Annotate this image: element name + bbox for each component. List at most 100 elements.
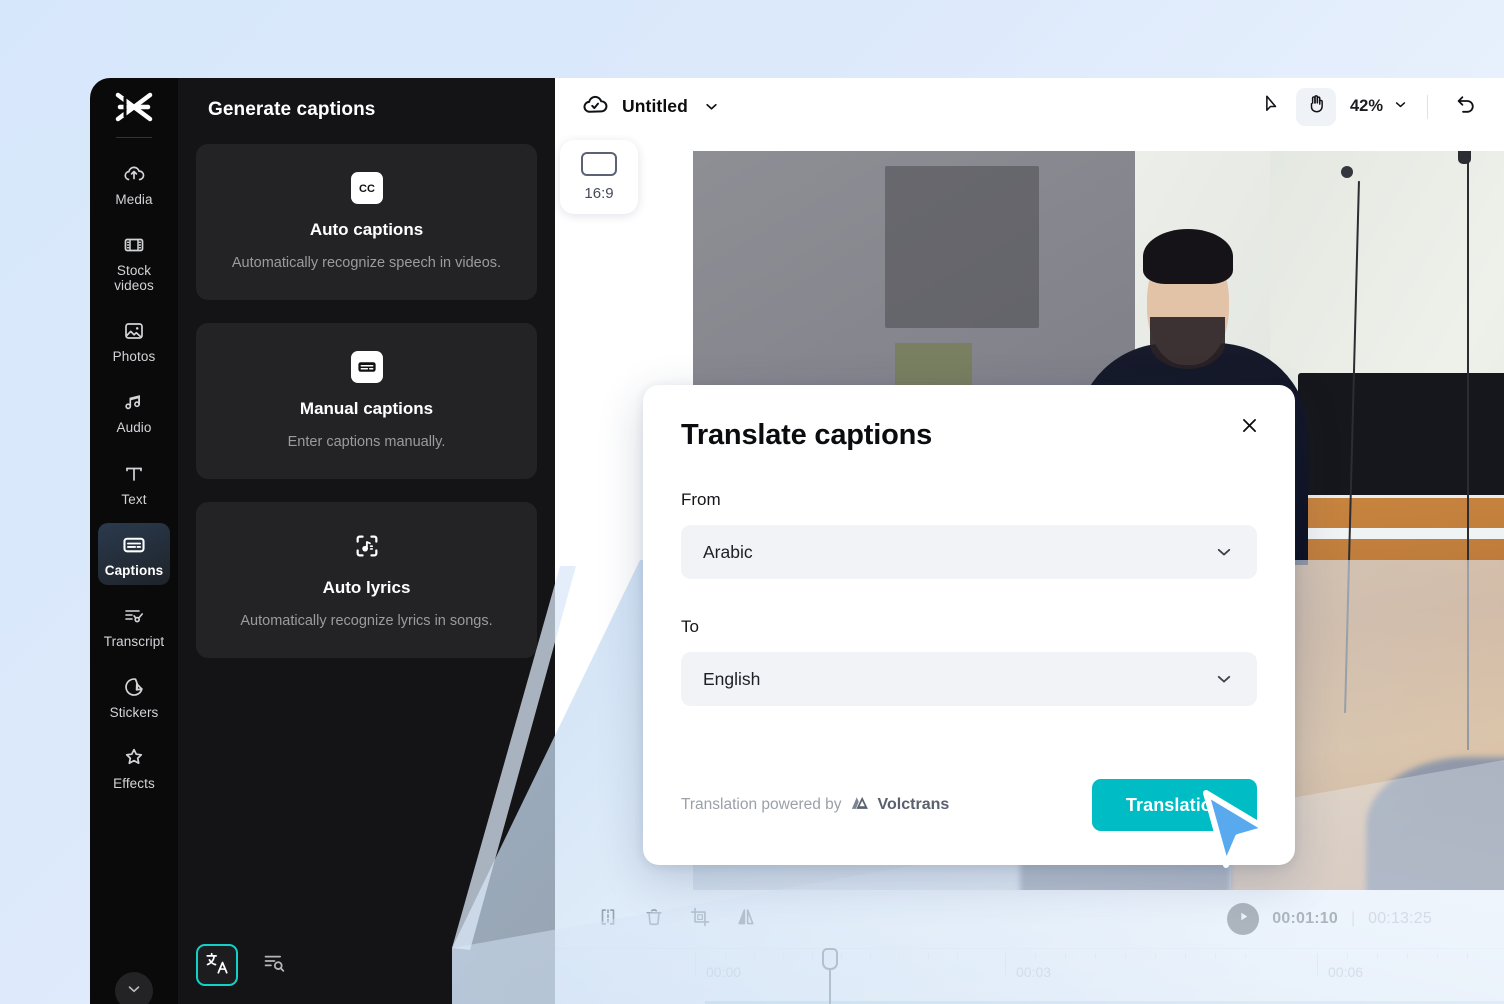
panel-footer-tools: [196, 944, 294, 986]
cc-icon: CC: [350, 172, 383, 204]
card-title: Auto captions: [309, 220, 424, 239]
toolbar-right-group: 42%: [1252, 87, 1486, 126]
svg-text:CC: CC: [359, 183, 375, 195]
sidebar-item-label: Text: [121, 491, 147, 507]
aspect-ratio-label: 16:9: [584, 185, 614, 202]
trash-icon: [643, 906, 665, 933]
powered-by-label: Translation powered by: [681, 796, 842, 813]
chevron-down-icon: [1213, 668, 1235, 690]
card-title: Manual captions: [299, 399, 434, 419]
auto-lyrics-icon: [351, 530, 383, 562]
aspect-ratio-badge[interactable]: 16:9: [560, 140, 638, 214]
powered-by-text: Translation powered by Volctrans: [681, 794, 949, 817]
cursor-arrow-icon: [1261, 93, 1283, 120]
generate-captions-panel: Generate captions CC Auto captions Autom…: [178, 78, 555, 1004]
volctrans-logo-icon: [849, 794, 871, 817]
sidebar-item-label: Stickers: [109, 704, 159, 720]
aspect-ratio-icon: [581, 152, 617, 176]
top-toolbar: Untitled 42%: [555, 78, 1504, 135]
select-tool-button[interactable]: [1252, 88, 1292, 126]
sidebar-item-stock-videos[interactable]: Stock videos: [98, 223, 170, 300]
music-note-icon: [121, 389, 147, 415]
sidebar-item-effects[interactable]: Effects: [98, 736, 170, 798]
hand-tool-button[interactable]: [1295, 87, 1336, 126]
left-sidebar: Media Stock videos Photos Audio Text Cap…: [90, 78, 178, 1004]
from-language-select[interactable]: Arabic: [681, 525, 1257, 579]
timeline-label: 00:03: [1016, 964, 1052, 980]
sidebar-item-stickers[interactable]: Stickers: [98, 665, 170, 727]
to-language-select[interactable]: English: [681, 652, 1257, 706]
cloud-check-icon[interactable]: [581, 90, 609, 123]
mirror-flip-icon: [735, 906, 757, 933]
search-captions-button[interactable]: [254, 945, 294, 985]
to-language-value: English: [703, 668, 761, 689]
split-clip-icon: [597, 906, 619, 933]
mirror-button[interactable]: [723, 899, 769, 939]
sidebar-item-photos[interactable]: Photos: [98, 309, 170, 371]
editing-toolbar: 00:01:10 | 00:13:25: [555, 890, 1504, 948]
translate-captions-button[interactable]: [196, 944, 238, 986]
translate-captions-dialog: Translate captions From Arabic To Englis…: [643, 385, 1295, 865]
sidebar-scroll-down-button[interactable]: [115, 972, 153, 1004]
manual-captions-icon: [350, 351, 383, 384]
timeline-label: 00:06: [1328, 964, 1364, 980]
cloud-upload-icon: [121, 161, 147, 187]
close-x-icon: [1239, 415, 1260, 441]
text-t-icon: [121, 461, 147, 487]
play-button[interactable]: [1227, 903, 1260, 935]
card-description: Enter captions manually.: [287, 434, 446, 451]
timeline-ruler[interactable]: 00:00 00:03 00:06: [555, 948, 1504, 1004]
play-icon: [1237, 910, 1250, 928]
sidebar-item-audio[interactable]: Audio: [98, 380, 170, 442]
card-description: Automatically recognize speech in videos…: [231, 255, 502, 271]
to-label: To: [681, 617, 699, 636]
project-title[interactable]: Untitled: [622, 96, 688, 117]
card-description: Automatically recognize lyrics in songs.: [240, 613, 493, 630]
undo-button[interactable]: [1446, 88, 1486, 126]
from-language-value: Arabic: [703, 541, 753, 562]
sidebar-item-label: Photos: [112, 349, 156, 365]
delete-button[interactable]: [631, 899, 677, 939]
sidebar-item-label: Stock videos: [114, 263, 154, 294]
crop-button[interactable]: [677, 899, 723, 939]
close-button[interactable]: [1233, 412, 1265, 444]
playhead-handle[interactable]: [822, 948, 838, 970]
sidebar-item-label: Audio: [116, 420, 152, 436]
dialog-title: Translate captions: [681, 419, 933, 451]
sticker-icon: [121, 674, 147, 700]
search-list-icon: [262, 950, 287, 980]
transcript-icon: [121, 603, 147, 629]
chevron-down-icon: [1213, 541, 1235, 563]
capcut-logo-icon[interactable]: [114, 92, 154, 127]
sidebar-item-label: Media: [115, 192, 153, 207]
auto-captions-card[interactable]: CC Auto captions Automatically recognize…: [196, 144, 537, 301]
panel-title: Generate captions: [208, 99, 376, 120]
image-icon: [121, 318, 147, 344]
sparkle-star-icon: [121, 745, 147, 771]
chevron-down-icon[interactable]: [702, 97, 721, 116]
current-time: 00:01:10: [1272, 910, 1338, 927]
translation-submit-button[interactable]: Translation: [1091, 779, 1257, 831]
toolbar-divider: [1427, 94, 1428, 119]
sidebar-item-media[interactable]: Media: [98, 152, 170, 214]
card-title: Auto lyrics: [322, 578, 411, 598]
zoom-level-control[interactable]: 42%: [1350, 96, 1409, 118]
sidebar-item-transcript[interactable]: Transcript: [98, 594, 170, 656]
playback-status: 00:01:10 | 00:13:25: [1227, 903, 1474, 935]
manual-captions-card[interactable]: Manual captions Enter captions manually.: [196, 323, 537, 480]
auto-lyrics-card[interactable]: Auto lyrics Automatically recognize lyri…: [196, 502, 537, 659]
zoom-value: 42%: [1349, 97, 1383, 115]
chevron-down-icon: [125, 980, 143, 1003]
split-button[interactable]: [585, 899, 631, 939]
from-label: From: [681, 490, 721, 509]
sidebar-item-text[interactable]: Text: [98, 452, 170, 514]
playhead[interactable]: [822, 948, 838, 1004]
sidebar-item-label: Captions: [104, 562, 164, 578]
hand-icon: [1305, 93, 1327, 120]
translate-language-icon: [204, 950, 230, 981]
sidebar-item-label: Effects: [113, 775, 155, 791]
sidebar-item-captions[interactable]: Captions: [98, 522, 170, 585]
timeline-label: 00:00: [706, 964, 742, 980]
crop-icon: [689, 906, 711, 933]
sidebar-item-label: Transcript: [103, 633, 165, 649]
